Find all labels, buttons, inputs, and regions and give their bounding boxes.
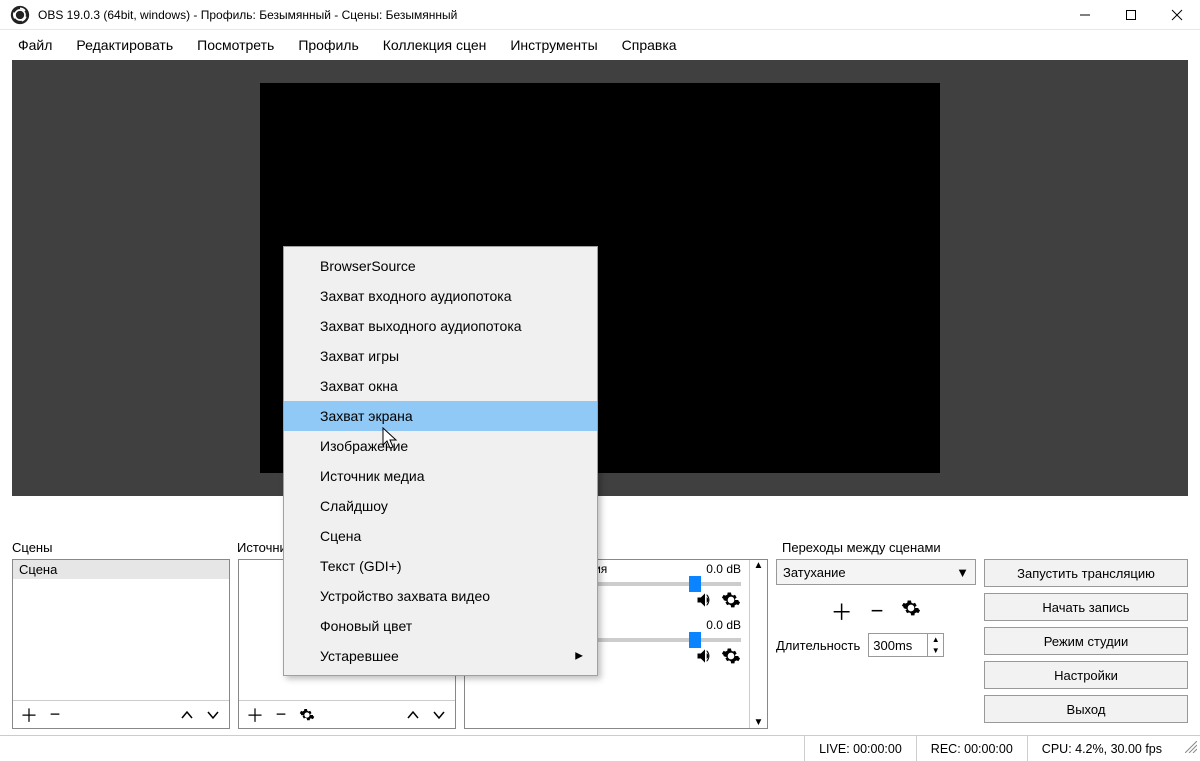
menu-item-посмотреть[interactable]: Посмотреть [185, 33, 286, 57]
context-menu-item[interactable]: Слайдшоу [284, 491, 597, 521]
scene-up-button[interactable] [175, 703, 199, 727]
docks-row: Сцены Источники Переходы между сценами С… [0, 540, 1200, 731]
menu-item-инструменты[interactable]: Инструменты [498, 33, 609, 57]
transition-selected: Затухание [783, 565, 846, 580]
status-live: LIVE: 00:00:00 [804, 736, 916, 761]
close-button[interactable] [1154, 0, 1200, 30]
speaker-icon[interactable] [695, 590, 715, 610]
mixer-scrollbar[interactable]: ▲ ▼ [749, 560, 767, 728]
window-title: OBS 19.0.3 (64bit, windows) - Профиль: Б… [38, 8, 1062, 22]
mouse-cursor-icon [382, 427, 400, 456]
scenes-panel: Сцена ＋ − [12, 559, 230, 729]
context-menu-item[interactable]: Текст (GDI+) [284, 551, 597, 581]
source-add-button[interactable]: ＋ [243, 703, 267, 727]
menu-item-файл[interactable]: Файл [6, 33, 64, 57]
studio-mode-button[interactable]: Режим студии [984, 627, 1188, 655]
statusbar: LIVE: 00:00:00 REC: 00:00:00 CPU: 4.2%, … [0, 735, 1200, 761]
add-source-context-menu: BrowserSourceЗахват входного аудиопотока… [283, 246, 598, 676]
spinner-up-icon[interactable]: ▲ [928, 634, 943, 645]
context-menu-item[interactable]: Захват выходного аудиопотока [284, 311, 597, 341]
maximize-button[interactable] [1108, 0, 1154, 30]
source-remove-button[interactable]: − [269, 703, 293, 727]
settings-button[interactable]: Настройки [984, 661, 1188, 689]
obs-app-icon [10, 5, 30, 25]
context-menu-item[interactable]: Устаревшее▶ [284, 641, 597, 671]
gear-icon[interactable] [721, 590, 741, 610]
titlebar: OBS 19.0.3 (64bit, windows) - Профиль: Б… [0, 0, 1200, 30]
mixer-channel-db: 0.0 dB [706, 618, 741, 632]
transition-add-button[interactable]: ＋ [831, 595, 853, 627]
window-controls [1062, 0, 1200, 30]
context-menu-item[interactable]: Изображение [284, 431, 597, 461]
scene-item[interactable]: Сцена [13, 560, 229, 579]
exit-button[interactable]: Выход [984, 695, 1188, 723]
status-rec: REC: 00:00:00 [916, 736, 1027, 761]
scroll-down-icon[interactable]: ▼ [754, 717, 764, 728]
context-menu-item[interactable]: Сцена [284, 521, 597, 551]
context-menu-item[interactable]: Захват экрана [284, 401, 597, 431]
transitions-dock-label: Переходы между сценами [782, 540, 982, 555]
context-menu-item[interactable]: Устройство захвата видео [284, 581, 597, 611]
menu-item-редактировать[interactable]: Редактировать [64, 33, 185, 57]
scenes-dock-label: Сцены [12, 540, 237, 555]
minimize-button[interactable] [1062, 0, 1108, 30]
source-settings-button[interactable] [295, 703, 319, 727]
duration-label: Длительность [776, 638, 860, 653]
context-menu-item[interactable]: Фоновый цвет [284, 611, 597, 641]
sources-toolbar: ＋ − [239, 700, 455, 728]
scene-down-button[interactable] [201, 703, 225, 727]
menubar: ФайлРедактироватьПосмотретьПрофильКоллек… [0, 30, 1200, 60]
status-cpu: CPU: 4.2%, 30.00 fps [1027, 736, 1176, 761]
scenes-toolbar: ＋ − [13, 700, 229, 728]
context-menu-item[interactable]: Захват входного аудиопотока [284, 281, 597, 311]
transition-select[interactable]: Затухание ▼ [776, 559, 976, 585]
mixer-channel-db: 0.0 dB [706, 562, 741, 576]
context-menu-item[interactable]: Захват игры [284, 341, 597, 371]
spinner-down-icon[interactable]: ▼ [928, 645, 943, 656]
gear-icon[interactable] [721, 646, 741, 666]
transition-remove-button[interactable]: − [871, 598, 884, 624]
menu-item-профиль[interactable]: Профиль [286, 33, 370, 57]
start-record-button[interactable]: Начать запись [984, 593, 1188, 621]
chevron-down-icon: ▼ [956, 565, 969, 580]
resize-grip-icon[interactable] [1176, 741, 1200, 756]
transitions-panel: Затухание ▼ ＋ − Длительность ▲ ▼ [776, 559, 976, 729]
menu-item-справка[interactable]: Справка [610, 33, 689, 57]
menu-item-коллекция сцен[interactable]: Коллекция сцен [371, 33, 499, 57]
mixer-volume-thumb[interactable] [689, 576, 701, 592]
mixer-volume-thumb[interactable] [689, 632, 701, 648]
context-menu-item[interactable]: BrowserSource [284, 251, 597, 281]
context-menu-item[interactable]: Источник медиа [284, 461, 597, 491]
duration-spinner[interactable]: ▲ ▼ [868, 633, 944, 657]
scenes-list[interactable]: Сцена [13, 560, 229, 700]
source-down-button[interactable] [427, 703, 451, 727]
start-stream-button[interactable]: Запустить трансляцию [984, 559, 1188, 587]
scene-add-button[interactable]: ＋ [17, 703, 41, 727]
source-up-button[interactable] [401, 703, 425, 727]
scene-remove-button[interactable]: − [43, 703, 67, 727]
duration-input[interactable] [869, 638, 927, 653]
controls-panel: Запустить трансляцию Начать запись Режим… [984, 559, 1188, 729]
submenu-arrow-icon: ▶ [575, 651, 583, 662]
scroll-up-icon[interactable]: ▲ [754, 560, 764, 571]
context-menu-item[interactable]: Захват окна [284, 371, 597, 401]
speaker-icon[interactable] [695, 646, 715, 666]
transition-settings-button[interactable] [901, 598, 921, 624]
preview-area [12, 60, 1188, 496]
